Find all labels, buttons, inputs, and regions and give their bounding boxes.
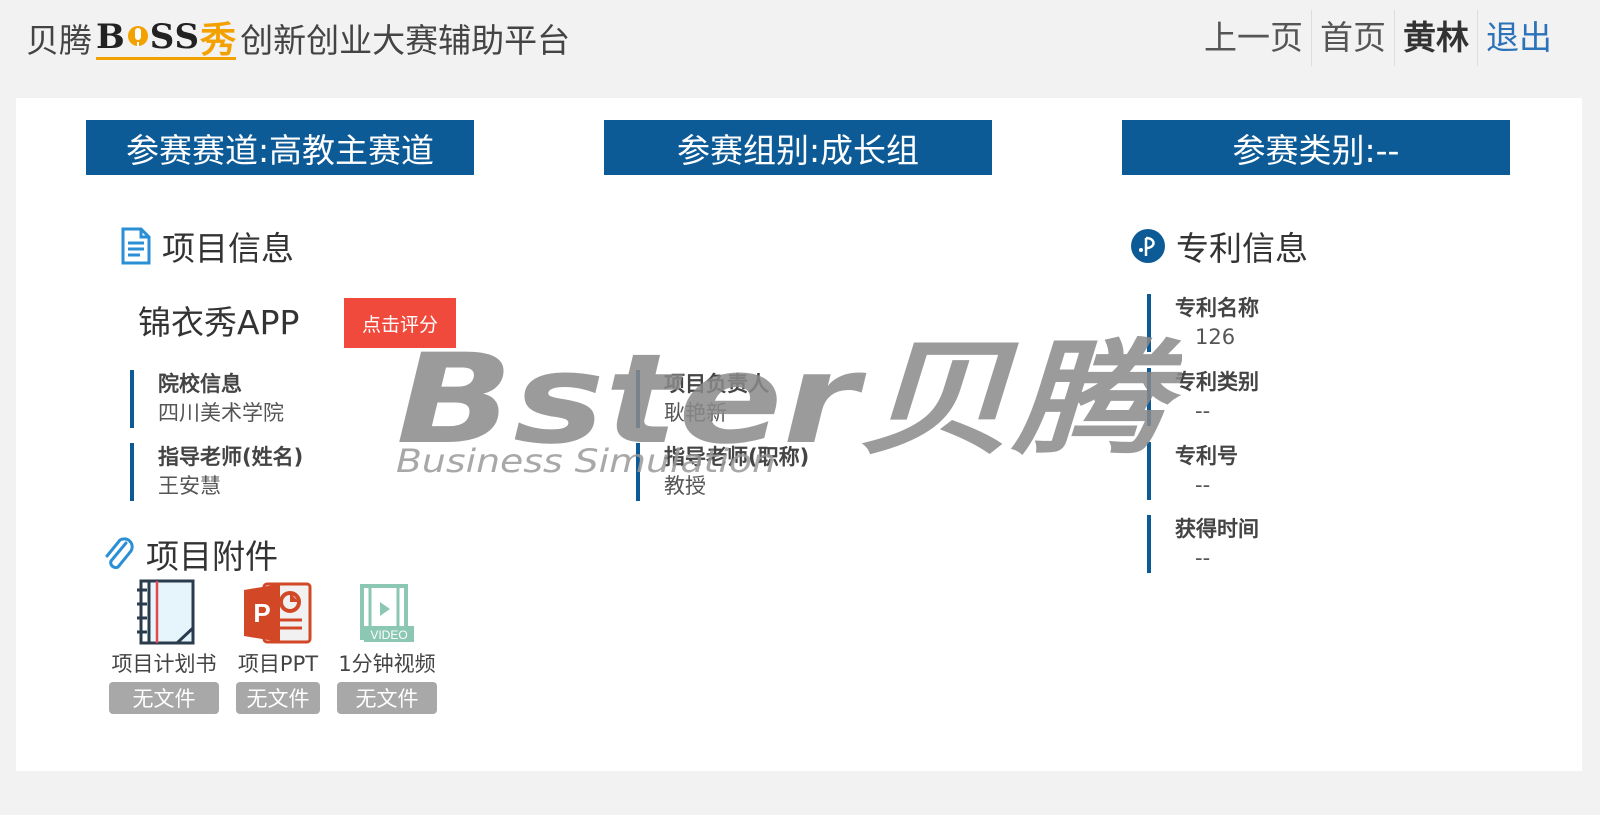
paperclip-icon [102, 535, 136, 573]
teacher-title-value: 教授 [664, 474, 706, 498]
patent-name-info: 专利名称 126 [1147, 294, 1259, 352]
patent-name-label: 专利名称 [1175, 296, 1259, 320]
attachment-label: 项目PPT [237, 652, 319, 676]
teacher-title-label: 指导老师(职称) [664, 445, 810, 469]
school-label: 院校信息 [158, 372, 242, 396]
attachment-business-plan[interactable]: 项目计划书 无文件 [108, 574, 220, 714]
patent-number-info: 专利号 -- [1147, 442, 1238, 500]
patent-type-label: 专利类别 [1175, 370, 1259, 394]
attachment-label: 项目计划书 [111, 652, 217, 676]
svg-text:VIDEO: VIDEO [370, 628, 407, 642]
site-brand[interactable]: 贝腾 B SS 秀 创新创业大赛辅助平台 [26, 16, 571, 61]
attachments-label: 项目附件 [146, 537, 278, 576]
top-nav: 上一页 首页 黄林 退出 [1196, 8, 1560, 68]
patent-number-value: -- [1195, 473, 1211, 497]
patent-info-label: 专利信息 [1176, 229, 1308, 268]
category-banner: 参赛类别:-- [1122, 120, 1510, 175]
brand-suffix: 创新创业大赛辅助平台 [240, 21, 571, 60]
microphone-icon [127, 22, 149, 52]
attachments-title: 项目附件 [102, 530, 278, 578]
brand-prefix: 贝腾 [26, 21, 92, 60]
patent-icon [1130, 228, 1166, 264]
teacher-title-info: 指导老师(职称) 教授 [636, 443, 809, 501]
patent-date-value: -- [1195, 546, 1211, 570]
home-link[interactable]: 首页 [1311, 10, 1394, 66]
teacher-label: 指导老师(姓名) [158, 445, 304, 469]
project-info-title: 项目信息 [120, 222, 294, 270]
rate-button[interactable]: 点击评分 [344, 298, 456, 348]
teacher-value: 王安慧 [158, 474, 221, 498]
leader-label: 项目负责人 [664, 372, 769, 396]
patent-date-info: 获得时间 -- [1147, 515, 1259, 573]
track-banner: 参赛赛道:高教主赛道 [86, 120, 474, 175]
header: 贝腾 B SS 秀 创新创业大赛辅助平台 上一页 首页 黄林 退出 [0, 0, 1600, 80]
document-icon [120, 227, 152, 265]
notebook-icon [129, 574, 199, 646]
attachment-video[interactable]: VIDEO 1分钟视频 无文件 [336, 574, 438, 714]
boss-logo: B SS 秀 [96, 16, 237, 61]
patent-number-label: 专利号 [1175, 444, 1238, 468]
patent-name-value: 126 [1195, 325, 1236, 349]
video-icon: VIDEO [358, 574, 416, 646]
school-info: 院校信息 四川美术学院 [130, 370, 284, 428]
project-name: 锦衣秀APP [138, 303, 300, 342]
no-file-badge[interactable]: 无文件 [236, 682, 320, 714]
prev-page-link[interactable]: 上一页 [1196, 10, 1311, 66]
logout-link[interactable]: 退出 [1477, 10, 1560, 66]
group-banner: 参赛组别:成长组 [604, 120, 992, 175]
project-info-label: 项目信息 [162, 229, 294, 268]
patent-type-info: 专利类别 -- [1147, 368, 1259, 426]
attachment-ppt[interactable]: P 项目PPT 无文件 [235, 574, 321, 714]
patent-date-label: 获得时间 [1175, 517, 1259, 541]
teacher-info: 指导老师(姓名) 王安慧 [130, 443, 303, 501]
project-detail-card: 参赛赛道:高教主赛道 参赛组别:成长组 参赛类别:-- 项目信息 锦衣秀APP … [16, 98, 1582, 771]
leader-value: 耿艳新 [664, 401, 727, 425]
patent-info-title: 专利信息 [1130, 222, 1308, 270]
powerpoint-icon: P [242, 574, 314, 646]
attachment-label: 1分钟视频 [338, 652, 436, 676]
school-value: 四川美术学院 [158, 401, 284, 425]
no-file-badge[interactable]: 无文件 [337, 682, 437, 714]
svg-text:P: P [253, 598, 270, 628]
leader-info: 项目负责人 耿艳新 [636, 370, 769, 428]
user-name[interactable]: 黄林 [1394, 10, 1477, 66]
no-file-badge[interactable]: 无文件 [109, 682, 219, 714]
patent-type-value: -- [1195, 399, 1211, 423]
